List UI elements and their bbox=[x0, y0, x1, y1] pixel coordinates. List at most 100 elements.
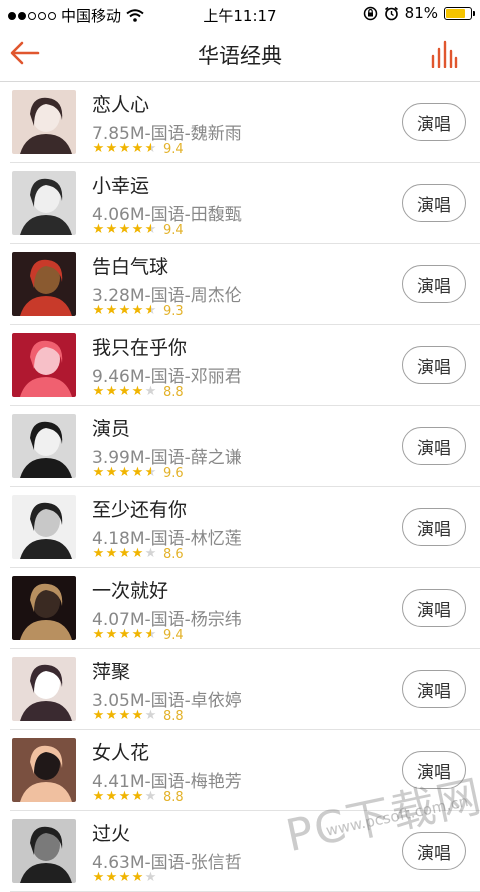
song-list: 恋人心 7.85M-国语-魏新雨 ★ ★ ★ ★ ★ 9.4 演唱 小幸运 4.06M-国语-田馥甄… bbox=[0, 82, 480, 892]
song-meta: 4.63M-国语-张信哲 bbox=[92, 853, 242, 873]
sing-button[interactable]: 演唱 bbox=[402, 670, 466, 708]
rating-score: 8.8 bbox=[163, 384, 184, 400]
star-full-icon: ★ bbox=[131, 465, 144, 480]
song-row[interactable]: 萍聚 3.05M-国语-卓依婷 ★ ★ ★ ★ ★ 8.8 演唱 bbox=[0, 649, 480, 730]
star-half-icon: ★ bbox=[144, 303, 157, 318]
equalizer-button[interactable] bbox=[430, 40, 458, 69]
star-full-icon: ★ bbox=[131, 789, 144, 804]
star-empty-icon: ★ bbox=[144, 708, 157, 723]
star-full-icon: ★ bbox=[118, 627, 131, 642]
star-rating: ★ ★ ★ ★ ★ 8.8 bbox=[92, 384, 184, 400]
sing-button[interactable]: 演唱 bbox=[402, 832, 466, 870]
star-full-icon: ★ bbox=[105, 789, 118, 804]
album-cover-image bbox=[12, 171, 76, 235]
star-rating: ★ ★ ★ ★ ★ 9.4 bbox=[92, 222, 184, 238]
song-row[interactable]: 演员 3.99M-国语-薛之谦 ★ ★ ★ ★ ★ 9.6 演唱 bbox=[0, 406, 480, 487]
star-rating: ★ ★ ★ ★ ★ bbox=[92, 871, 163, 885]
rating-score: 8.8 bbox=[163, 789, 184, 805]
sing-button[interactable]: 演唱 bbox=[402, 508, 466, 546]
rotation-lock-icon bbox=[363, 6, 377, 20]
rating-score: 9.4 bbox=[163, 627, 184, 643]
star-full-icon: ★ bbox=[118, 384, 131, 399]
album-cover-image bbox=[12, 657, 76, 721]
star-half-icon: ★ bbox=[144, 222, 157, 237]
star-full-icon: ★ bbox=[131, 222, 144, 237]
status-right: 81% bbox=[363, 4, 475, 22]
star-full-icon: ★ bbox=[131, 627, 144, 642]
star-full-icon: ★ bbox=[92, 546, 105, 561]
sing-button[interactable]: 演唱 bbox=[402, 589, 466, 627]
album-cover-image bbox=[12, 90, 76, 154]
star-full-icon: ★ bbox=[118, 303, 131, 318]
star-full-icon: ★ bbox=[92, 627, 105, 642]
sing-button[interactable]: 演唱 bbox=[402, 346, 466, 384]
star-full-icon: ★ bbox=[92, 303, 105, 318]
star-empty-icon: ★ bbox=[144, 546, 157, 561]
album-cover-image bbox=[12, 333, 76, 397]
star-full-icon: ★ bbox=[131, 708, 144, 723]
star-full-icon: ★ bbox=[118, 465, 131, 480]
star-full-icon: ★ bbox=[118, 222, 131, 237]
song-row[interactable]: 我只在乎你 9.46M-国语-邓丽君 ★ ★ ★ ★ ★ 8.8 演唱 bbox=[0, 325, 480, 406]
star-full-icon: ★ bbox=[105, 627, 118, 642]
star-full-icon: ★ bbox=[92, 384, 105, 399]
star-full-icon: ★ bbox=[105, 870, 118, 885]
star-full-icon: ★ bbox=[92, 222, 105, 237]
star-full-icon: ★ bbox=[105, 384, 118, 399]
album-cover-image bbox=[12, 738, 76, 802]
star-half-icon: ★ bbox=[144, 141, 157, 156]
star-full-icon: ★ bbox=[118, 789, 131, 804]
star-full-icon: ★ bbox=[105, 546, 118, 561]
sing-button[interactable]: 演唱 bbox=[402, 265, 466, 303]
star-full-icon: ★ bbox=[118, 870, 131, 885]
star-rating: ★ ★ ★ ★ ★ 9.4 bbox=[92, 141, 184, 157]
song-row[interactable]: 一次就好 4.07M-国语-杨宗纬 ★ ★ ★ ★ ★ 9.4 演唱 bbox=[0, 568, 480, 649]
star-full-icon: ★ bbox=[118, 141, 131, 156]
album-cover-image bbox=[12, 495, 76, 559]
song-title: 我只在乎你 bbox=[92, 337, 188, 359]
rating-score: 8.6 bbox=[163, 546, 184, 562]
star-half-icon: ★ bbox=[144, 465, 157, 480]
star-full-icon: ★ bbox=[105, 708, 118, 723]
star-full-icon: ★ bbox=[92, 789, 105, 804]
star-full-icon: ★ bbox=[105, 141, 118, 156]
sing-button[interactable]: 演唱 bbox=[402, 751, 466, 789]
star-full-icon: ★ bbox=[131, 303, 144, 318]
sing-button[interactable]: 演唱 bbox=[402, 184, 466, 222]
song-row[interactable]: 至少还有你 4.18M-国语-林忆莲 ★ ★ ★ ★ ★ 8.6 演唱 bbox=[0, 487, 480, 568]
song-title: 演员 bbox=[92, 418, 131, 440]
song-title: 一次就好 bbox=[92, 580, 169, 602]
rating-score: 9.4 bbox=[163, 141, 184, 157]
rating-score: 9.3 bbox=[163, 303, 184, 319]
album-cover-image bbox=[12, 819, 76, 883]
star-rating: ★ ★ ★ ★ ★ 9.4 bbox=[92, 627, 184, 643]
nav-bar: 华语经典 bbox=[0, 28, 480, 82]
star-full-icon: ★ bbox=[105, 465, 118, 480]
star-full-icon: ★ bbox=[92, 870, 105, 885]
sing-button[interactable]: 演唱 bbox=[402, 427, 466, 465]
star-rating: ★ ★ ★ ★ ★ 8.8 bbox=[92, 708, 184, 724]
song-row[interactable]: 女人花 4.41M-国语-梅艳芳 ★ ★ ★ ★ ★ 8.8 演唱 bbox=[0, 730, 480, 811]
song-row[interactable]: 小幸运 4.06M-国语-田馥甄 ★ ★ ★ ★ ★ 9.4 演唱 bbox=[0, 163, 480, 244]
star-rating: ★ ★ ★ ★ ★ 9.3 bbox=[92, 303, 184, 319]
song-row[interactable]: 告白气球 3.28M-国语-周杰伦 ★ ★ ★ ★ ★ 9.3 演唱 bbox=[0, 244, 480, 325]
star-rating: ★ ★ ★ ★ ★ 8.8 bbox=[92, 789, 184, 805]
status-bar: 中国移动 上午11:17 81% bbox=[0, 0, 480, 28]
star-full-icon: ★ bbox=[131, 870, 144, 885]
star-rating: ★ ★ ★ ★ ★ 8.6 bbox=[92, 546, 184, 562]
sing-button[interactable]: 演唱 bbox=[402, 103, 466, 141]
album-cover-image bbox=[12, 414, 76, 478]
album-cover-image bbox=[12, 576, 76, 640]
album-cover-image bbox=[12, 252, 76, 316]
song-row[interactable]: 过火 4.63M-国语-张信哲 ★ ★ ★ ★ ★ 演唱 bbox=[0, 811, 480, 892]
battery-icon bbox=[444, 6, 475, 20]
page-title: 华语经典 bbox=[198, 44, 282, 68]
star-full-icon: ★ bbox=[105, 222, 118, 237]
star-full-icon: ★ bbox=[92, 465, 105, 480]
song-title: 过火 bbox=[92, 823, 131, 845]
star-full-icon: ★ bbox=[131, 546, 144, 561]
star-full-icon: ★ bbox=[118, 546, 131, 561]
star-empty-icon: ★ bbox=[144, 789, 157, 804]
song-row[interactable]: 恋人心 7.85M-国语-魏新雨 ★ ★ ★ ★ ★ 9.4 演唱 bbox=[0, 82, 480, 163]
song-title: 小幸运 bbox=[92, 175, 150, 197]
